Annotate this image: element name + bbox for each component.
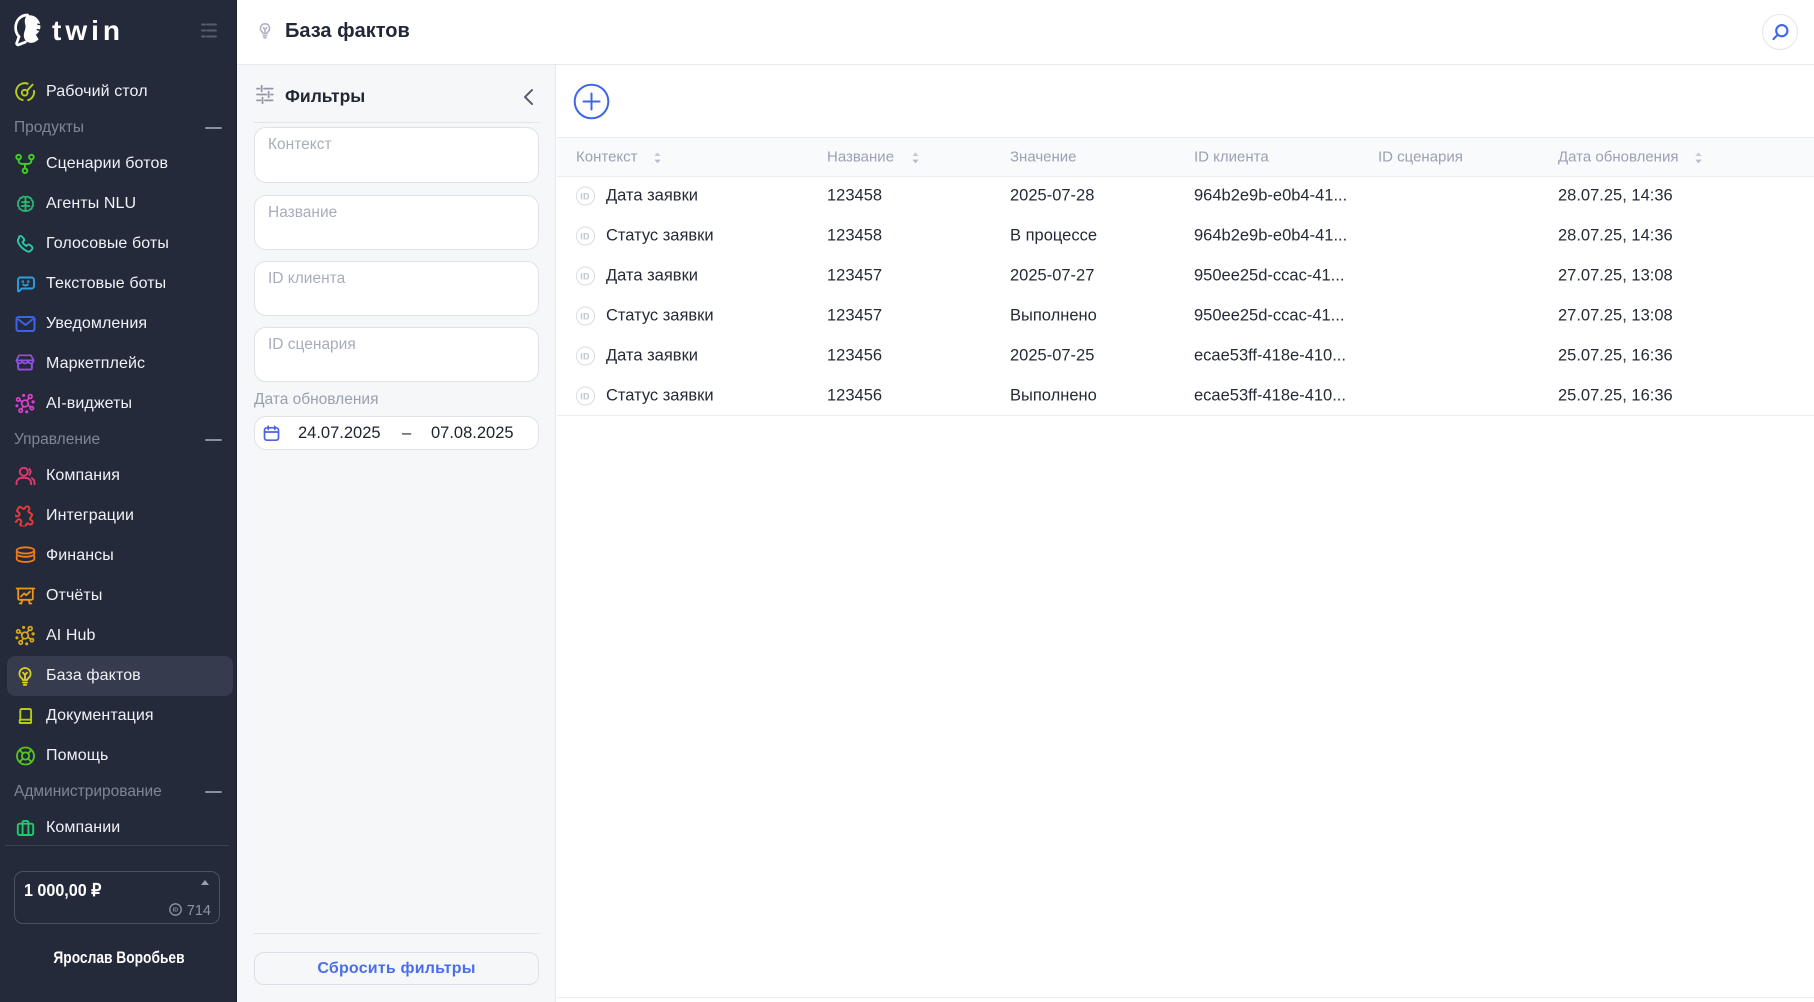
svg-text:ID: ID xyxy=(173,908,178,914)
